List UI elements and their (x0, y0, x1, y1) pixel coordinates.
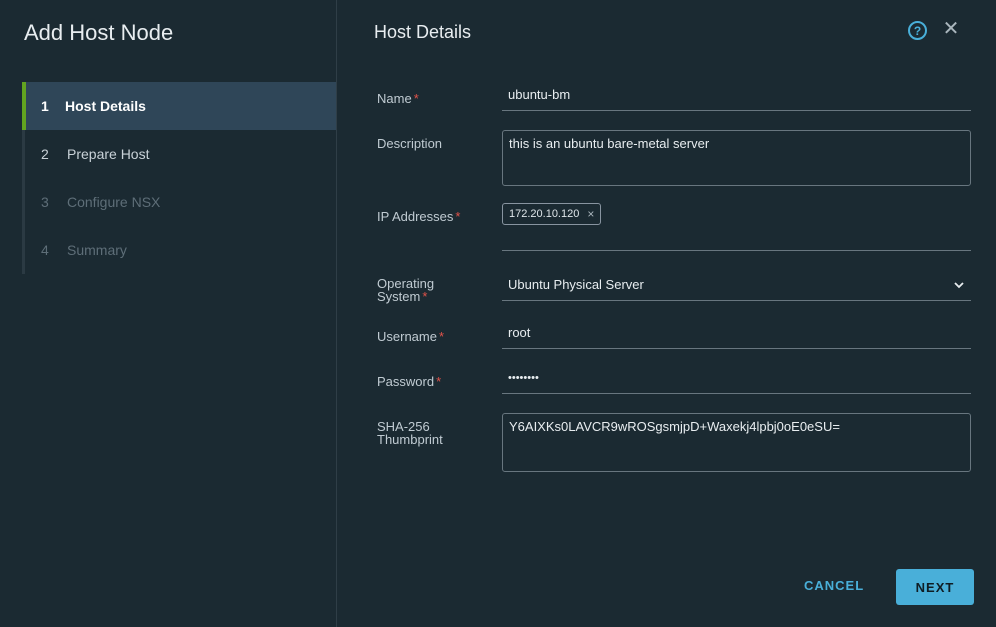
step-label: Host Details (65, 98, 146, 114)
step-number: 1 (41, 98, 49, 114)
ip-addresses-input[interactable] (502, 250, 971, 251)
password-label: Password * (377, 374, 442, 389)
step-number: 3 (41, 194, 49, 210)
required-marker: * (455, 209, 461, 224)
operating-system-select[interactable]: Ubuntu Physical Server (502, 275, 971, 301)
wizard-title: Add Host Node (24, 20, 174, 45)
description-textarea[interactable]: this is an ubuntu bare-metal server (502, 130, 971, 186)
step-prepare-host[interactable]: 2 Prepare Host (25, 130, 336, 178)
thumbprint-textarea[interactable]: Y6AIXKs0LAVCR9wROSgsmjpD+Waxekj4lpbj0oE0… (502, 413, 971, 472)
username-label: Username * (377, 329, 445, 344)
step-summary: 4 Summary (25, 226, 336, 274)
step-configure-nsx: 3 Configure NSX (25, 178, 336, 226)
required-marker: * (413, 91, 419, 106)
help-icon[interactable]: ? (908, 21, 927, 40)
name-label: Name * (377, 91, 419, 106)
ip-chip-label: 172.20.10.120 (509, 208, 580, 220)
name-input[interactable]: ubuntu-bm (502, 85, 971, 111)
required-marker: * (422, 289, 428, 304)
step-label: Summary (67, 242, 127, 258)
step-number: 4 (41, 242, 49, 258)
description-label: Description (377, 136, 443, 151)
username-input[interactable]: root (502, 323, 971, 349)
step-label: Prepare Host (67, 146, 150, 162)
main-panel: Host Details ? ✕ Name * ubuntu-bm Descrip… (338, 0, 996, 627)
close-icon[interactable]: ✕ (941, 17, 961, 40)
required-marker: * (436, 374, 442, 389)
step-host-details[interactable]: 1 Host Details (22, 82, 336, 130)
chip-remove-icon[interactable]: × (587, 207, 594, 221)
operating-system-value: Ubuntu Physical Server (508, 277, 644, 292)
wizard-steps: 1 Host Details 2 Prepare Host 3 Configur… (22, 82, 336, 274)
cancel-button[interactable]: CANCEL (804, 573, 864, 597)
thumbprint-label: SHA-256 Thumbprint (377, 419, 443, 447)
page-title: Host Details (374, 22, 472, 42)
chevron-down-icon (954, 282, 964, 289)
step-number: 2 (41, 146, 49, 162)
ip-addresses-label: IP Addresses * (377, 209, 461, 224)
next-button[interactable]: NEXT (896, 569, 974, 605)
operating-system-label: Operating System * (377, 276, 435, 304)
required-marker: * (438, 329, 445, 344)
password-input[interactable]: •••••••• (502, 368, 971, 394)
wizard-sidebar: Add Host Node 1 Host Details 2 Prepare H… (0, 0, 337, 627)
ip-chip: 172.20.10.120 × (502, 203, 602, 225)
step-label: Configure NSX (67, 194, 161, 210)
